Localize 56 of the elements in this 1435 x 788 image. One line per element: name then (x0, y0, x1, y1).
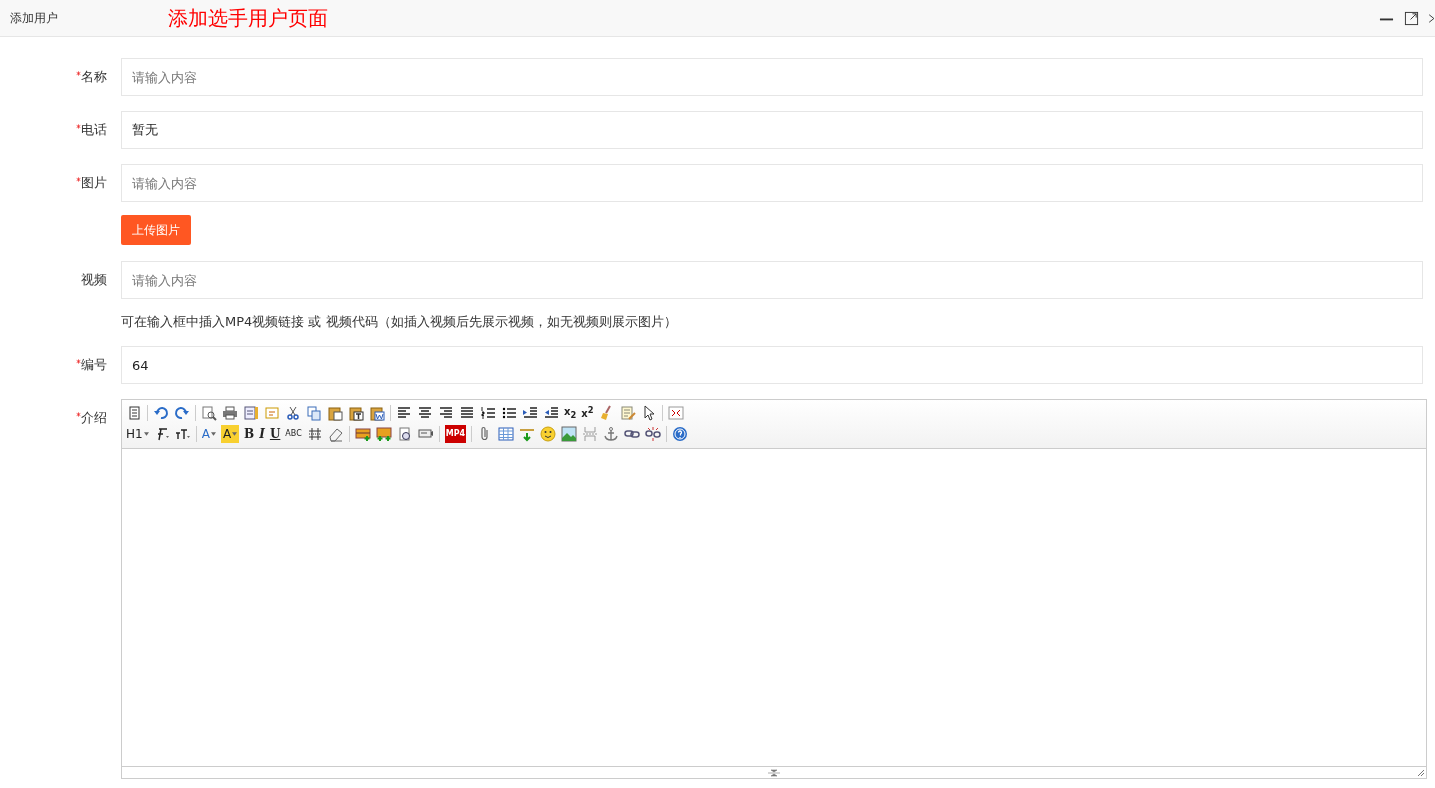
smiley-icon[interactable] (540, 425, 557, 442)
align-justify-icon[interactable] (459, 404, 475, 421)
superscript-button[interactable]: x$^{2}$ (581, 403, 594, 422)
preview-icon[interactable] (201, 404, 217, 421)
copy-icon[interactable] (306, 404, 322, 421)
align-center-icon[interactable] (417, 404, 433, 421)
field-label: 视频 (81, 271, 107, 289)
heading-button[interactable]: H1 (126, 424, 149, 443)
strikethrough-button[interactable]: ABC (285, 424, 302, 443)
help-icon[interactable] (672, 425, 689, 442)
underline-button[interactable]: U (269, 424, 281, 443)
scissors-icon[interactable] (285, 404, 301, 421)
caret-icon (210, 431, 216, 436)
field-label: 编号 (81, 356, 107, 374)
printer-icon[interactable] (222, 404, 238, 421)
paste-word-icon[interactable] (369, 404, 385, 421)
picture-icon[interactable] (561, 425, 578, 442)
field-label: 名称 (81, 68, 107, 86)
align-right-icon[interactable] (438, 404, 454, 421)
maximize-icon[interactable] (1404, 10, 1419, 26)
resize-grip-icon[interactable] (767, 768, 781, 777)
window-title: 添加用户 (10, 9, 58, 27)
ordered-list-icon[interactable] (480, 404, 496, 421)
highlight-button[interactable]: A (220, 424, 240, 443)
align-left-icon[interactable] (396, 404, 412, 421)
input-field[interactable]: 64 (121, 346, 1423, 384)
bold-button[interactable]: B (244, 424, 255, 443)
outdent-icon[interactable] (543, 404, 559, 421)
video-button[interactable]: MP4 (444, 424, 467, 443)
paste-icon[interactable] (327, 404, 343, 421)
fullscreen-icon[interactable] (667, 404, 684, 421)
anchor-icon[interactable] (603, 425, 620, 442)
hint-text: 可在输入框中插入MP4视频链接 或 视频代码（如插入视频后先展示视频，如无视频则展示图片） (121, 313, 678, 331)
document-icon[interactable] (126, 404, 142, 421)
font-color-button[interactable]: A (201, 424, 216, 443)
field-label: 图片 (81, 174, 107, 192)
unlink-icon[interactable] (645, 425, 662, 442)
input-field[interactable]: 暂无 (121, 111, 1423, 149)
input-field[interactable]: 请输入内容 (121, 164, 1423, 202)
grid-icon[interactable] (306, 425, 323, 442)
field-label: 介绍 (81, 409, 107, 427)
resize-corner-icon[interactable] (1417, 769, 1425, 777)
insert-rows-icon[interactable] (375, 425, 392, 442)
caret-icon (143, 431, 149, 436)
indent-icon[interactable] (522, 404, 538, 421)
caret-icon (232, 431, 238, 436)
insert-row-icon[interactable] (354, 425, 371, 442)
undo-icon[interactable] (153, 404, 169, 421)
annotation-text: 添加选手用户页面 (168, 4, 328, 32)
paste-text-icon[interactable] (348, 404, 364, 421)
input-field[interactable]: 请输入内容 (121, 261, 1423, 299)
redo-icon[interactable] (174, 404, 190, 421)
italic-button[interactable]: I (259, 424, 265, 443)
input-field[interactable]: 请输入内容 (121, 58, 1423, 96)
field-label: 电话 (81, 121, 107, 139)
subscript-button[interactable]: x$_{2}$ (564, 403, 577, 422)
